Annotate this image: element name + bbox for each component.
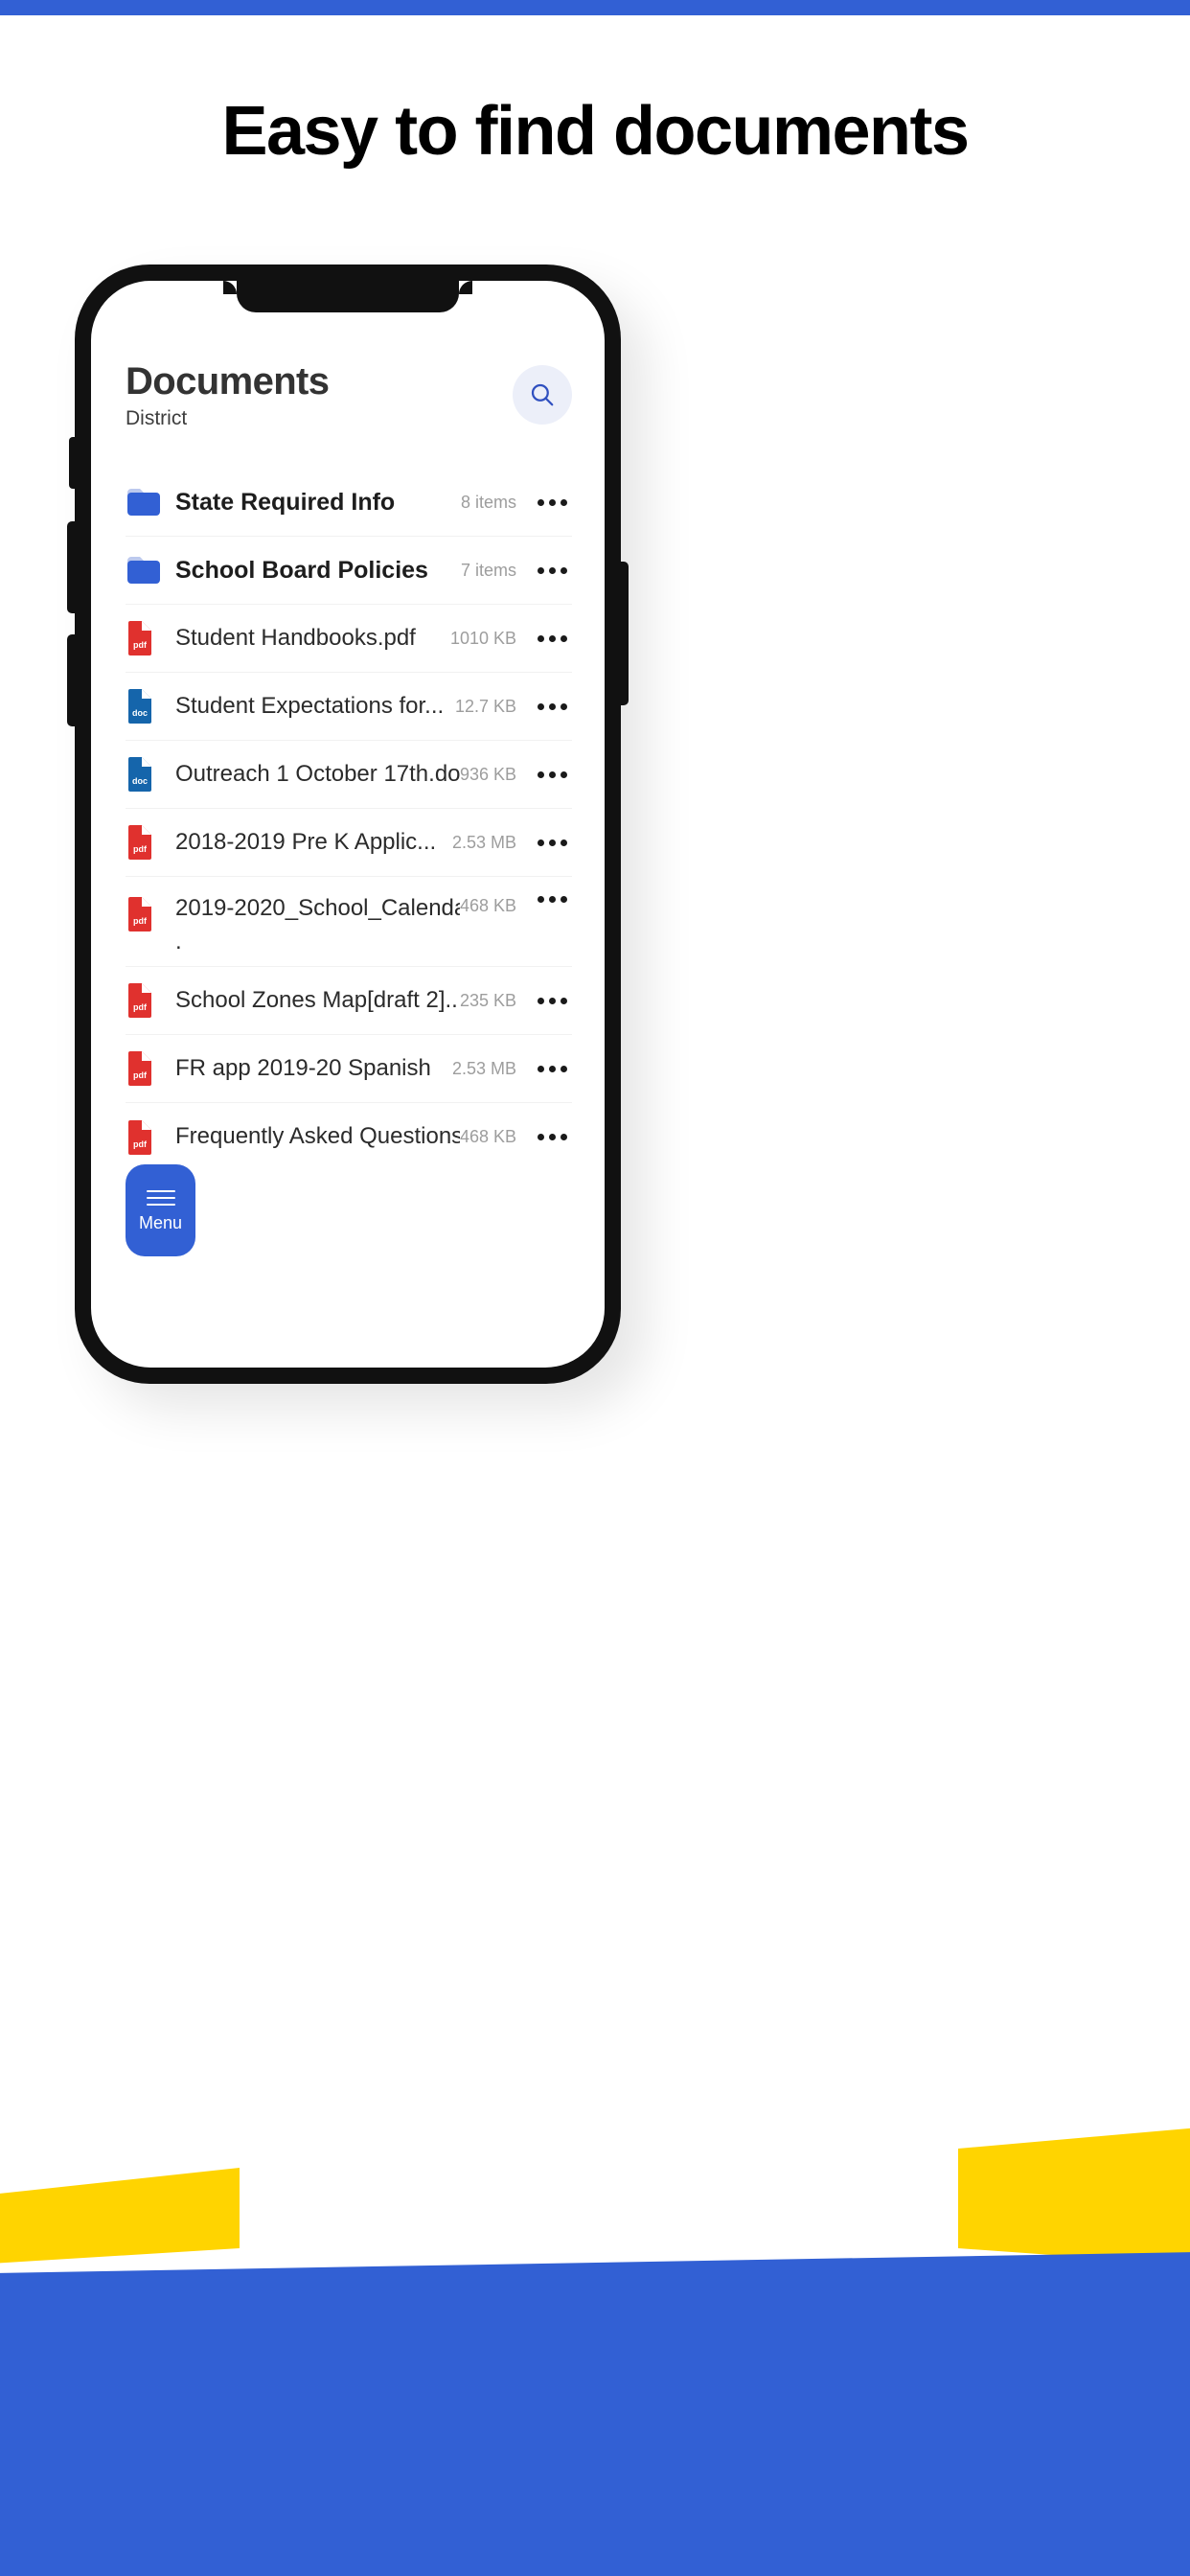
list-item[interactable]: State Required Info 8 items	[126, 469, 572, 537]
item-meta: 235 KB	[459, 990, 516, 1010]
page-title: Documents	[126, 360, 330, 402]
row-icon: pdf	[126, 896, 164, 932]
menu-button[interactable]: Menu	[126, 1164, 195, 1256]
page-headline: Easy to find documents	[221, 93, 970, 170]
row-icon: pdf	[126, 824, 164, 861]
menu-button-label: Menu	[138, 1212, 183, 1232]
pdf-badge-text: pdf	[133, 1139, 148, 1149]
item-name: 2019-2020_School_Calenda..	[175, 896, 460, 921]
item-name: FR app 2019-20 Spanish	[175, 1055, 431, 1081]
phone-silent-switch	[69, 437, 77, 489]
row-icon	[126, 554, 164, 586]
phone-volume-down-button	[67, 634, 77, 726]
row-icon: doc	[126, 688, 164, 724]
item-meta: 936 KB	[459, 764, 516, 784]
item-name: State Required Info	[175, 489, 396, 516]
more-options-icon[interactable]	[532, 839, 572, 846]
phone-volume-up-button	[67, 521, 77, 613]
pdf-badge-text: pdf	[133, 1002, 148, 1012]
list-item[interactable]: School Board Policies 7 items	[126, 537, 572, 605]
more-options-icon[interactable]	[532, 1134, 572, 1140]
list-item[interactable]: pdf FR app 2019-20 Spanish 2.53 MB	[126, 1035, 572, 1103]
file-list: State Required Info 8 items School Board…	[91, 469, 605, 1171]
row-icon: pdf	[126, 1050, 164, 1087]
item-meta: 2.53 MB	[451, 832, 516, 852]
search-icon	[531, 383, 554, 406]
app-header: Documents District	[91, 361, 605, 430]
list-item[interactable]: pdf 2018-2019 Pre K Applic... 2.53 MB	[126, 809, 572, 877]
item-name: Student Handbooks.pdf	[175, 625, 416, 651]
item-name: 2018-2019 Pre K Applic...	[175, 829, 437, 855]
list-item[interactable]: doc Student Expectations for... 12.7 KB	[126, 673, 572, 741]
pdf-file-icon: pdf	[128, 897, 151, 932]
doc-file-icon: doc	[128, 689, 151, 724]
more-options-icon[interactable]	[532, 566, 572, 574]
row-icon: pdf	[126, 982, 164, 1019]
doc-badge-text: doc	[132, 708, 148, 718]
pdf-file-icon: pdf	[128, 1051, 151, 1086]
yellow-shape-left	[0, 2168, 240, 2264]
doc-badge-text: doc	[132, 776, 148, 786]
item-name: Outreach 1 October 17th.doc	[175, 761, 460, 787]
search-button[interactable]	[513, 365, 572, 425]
folder-icon	[127, 489, 160, 516]
item-meta: 1010 KB	[449, 628, 516, 648]
pdf-file-icon: pdf	[128, 621, 151, 656]
doc-file-icon: doc	[128, 757, 151, 792]
phone-frame: Documents District State Required Info 8…	[67, 264, 629, 1384]
item-meta: 7 items	[460, 560, 516, 580]
top-accent-bar	[0, 0, 1190, 15]
more-options-icon[interactable]	[532, 702, 572, 710]
phone-screen: Documents District State Required Info 8…	[91, 281, 605, 1368]
pdf-badge-text: pdf	[133, 1070, 148, 1080]
pdf-file-icon: pdf	[128, 1119, 151, 1155]
row-icon	[126, 486, 164, 518]
list-item[interactable]: pdf Student Handbooks.pdf 1010 KB	[126, 605, 572, 673]
item-name: Frequently Asked Questions...	[175, 1124, 460, 1150]
background-decoration	[0, 2060, 1190, 2576]
row-icon: pdf	[126, 620, 164, 656]
item-meta: 8 items	[460, 492, 516, 512]
title-block: Documents District	[126, 360, 330, 430]
phone-mockup: Documents District State Required Info 8…	[67, 264, 629, 1384]
item-meta: 2.53 MB	[451, 1058, 516, 1078]
row-icon: doc	[126, 756, 164, 793]
more-options-icon[interactable]	[532, 896, 572, 903]
more-options-icon[interactable]	[532, 634, 572, 642]
pdf-badge-text: pdf	[133, 844, 148, 854]
list-item[interactable]: pdf 2019-2020_School_Calenda.. . 468 KB	[126, 877, 572, 967]
blue-shape	[0, 2252, 1190, 2576]
item-name-overflow: .	[175, 929, 182, 954]
more-options-icon[interactable]	[532, 1065, 572, 1072]
item-name: School Board Policies	[175, 557, 428, 584]
item-meta: 468 KB	[459, 1127, 516, 1146]
row-icon: pdf	[126, 1119, 164, 1156]
pdf-file-icon: pdf	[128, 983, 151, 1018]
item-name: School Zones Map[draft 2]...	[175, 987, 460, 1013]
list-item[interactable]: doc Outreach 1 October 17th.doc 936 KB	[126, 741, 572, 809]
more-options-icon[interactable]	[532, 997, 572, 1004]
folder-icon	[127, 557, 160, 584]
page-subtitle: District	[126, 407, 188, 429]
list-item[interactable]: pdf School Zones Map[draft 2]... 235 KB	[126, 967, 572, 1035]
more-options-icon[interactable]	[532, 498, 572, 506]
more-options-icon[interactable]	[532, 770, 572, 778]
pdf-file-icon: pdf	[128, 825, 151, 860]
pdf-badge-text: pdf	[133, 916, 148, 926]
list-item[interactable]: pdf Frequently Asked Questions... 468 KB	[126, 1103, 572, 1171]
hamburger-menu-icon	[146, 1189, 175, 1206]
phone-notch	[223, 281, 472, 312]
item-name: Student Expectations for...	[175, 693, 445, 719]
item-meta: 12.7 KB	[454, 696, 516, 716]
item-meta: 468 KB	[459, 896, 516, 915]
phone-power-button	[619, 562, 629, 705]
pdf-badge-text: pdf	[133, 640, 148, 650]
yellow-shape-right	[958, 2128, 1190, 2266]
documents-app: Documents District State Required Info 8…	[91, 281, 605, 1368]
